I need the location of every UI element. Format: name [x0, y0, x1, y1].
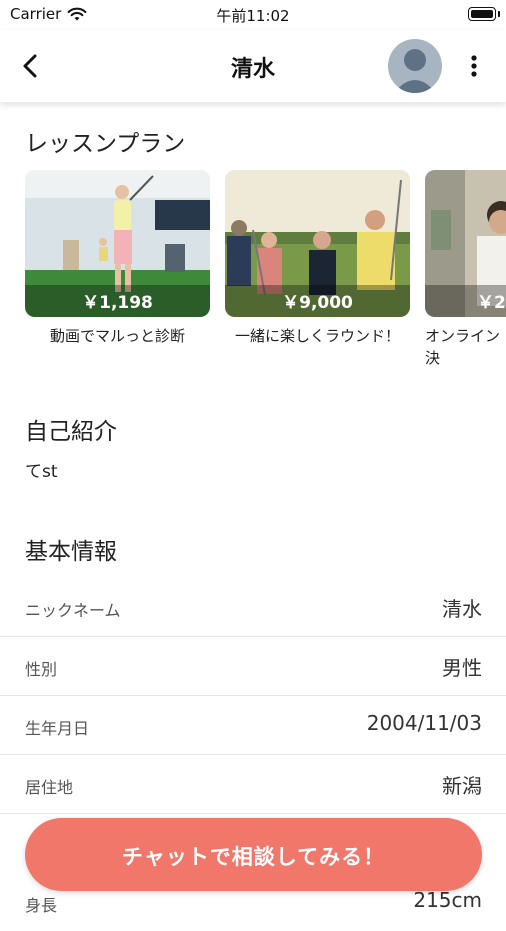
info-label: 生年月日	[25, 719, 90, 738]
more-options-icon[interactable]	[462, 50, 486, 82]
lesson-plan-card[interactable]: ￥2 オンライン決	[425, 170, 506, 369]
lesson-plan-price: ￥2	[477, 293, 506, 313]
lesson-plan-price: ￥9,000	[282, 293, 353, 313]
info-label: 身長	[25, 896, 58, 915]
chat-consult-button[interactable]: チャットで相談してみる！	[25, 818, 482, 891]
lesson-plan-card[interactable]: ￥9,000 一緒に楽しくラウンド！	[225, 170, 410, 347]
lesson-plan-image: ￥9,000	[225, 170, 410, 317]
user-avatar-icon	[394, 49, 436, 93]
info-value: 新潟	[442, 774, 482, 798]
info-value: 215cm	[413, 888, 482, 912]
info-row-birthdate: 生年月日 2004/11/03	[0, 695, 506, 755]
info-label: ニックネーム	[25, 601, 121, 620]
info-value: 清水	[442, 597, 482, 621]
avatar[interactable]	[388, 39, 442, 93]
lesson-plan-card[interactable]: ￥1,198 動画でマルっと診断	[25, 170, 210, 347]
clock: 午前11:02	[216, 7, 290, 25]
self-intro-text: てst	[25, 462, 58, 482]
info-label: 性別	[25, 660, 58, 679]
info-value: 2004/11/03	[366, 711, 482, 735]
info-value: 男性	[442, 656, 482, 680]
lesson-plan-price: ￥1,198	[82, 293, 153, 313]
lesson-plan-name: オンライン決	[425, 327, 501, 367]
self-intro-heading: 自己紹介	[25, 419, 117, 445]
lesson-plans-heading: レッスンプラン	[25, 131, 186, 157]
info-row-nickname: ニックネーム 清水	[0, 577, 506, 637]
battery-tip	[498, 11, 500, 17]
lesson-plan-carousel[interactable]: ￥1,198 動画でマルっと診断 ￥9,000 一緒に楽しくラウンド！ ￥2 オ…	[25, 170, 506, 390]
lesson-plan-name: 動画でマルっと診断	[49, 327, 185, 345]
info-row-gender: 性別 男性	[0, 636, 506, 696]
lesson-plan-image: ￥1,198	[25, 170, 210, 317]
lesson-plan-image: ￥2	[425, 170, 506, 317]
chat-consult-label: チャットで相談してみる！	[121, 845, 386, 869]
battery-icon	[468, 7, 496, 21]
info-row-residence: 居住地 新潟	[0, 754, 506, 814]
info-label: 居住地	[25, 778, 74, 797]
status-bar: Carrier 午前11:02	[0, 0, 506, 30]
lesson-plan-name: 一緒に楽しくラウンド！	[234, 327, 400, 345]
basic-info-heading: 基本情報	[25, 539, 117, 565]
nav-bar: 清水	[0, 30, 506, 102]
